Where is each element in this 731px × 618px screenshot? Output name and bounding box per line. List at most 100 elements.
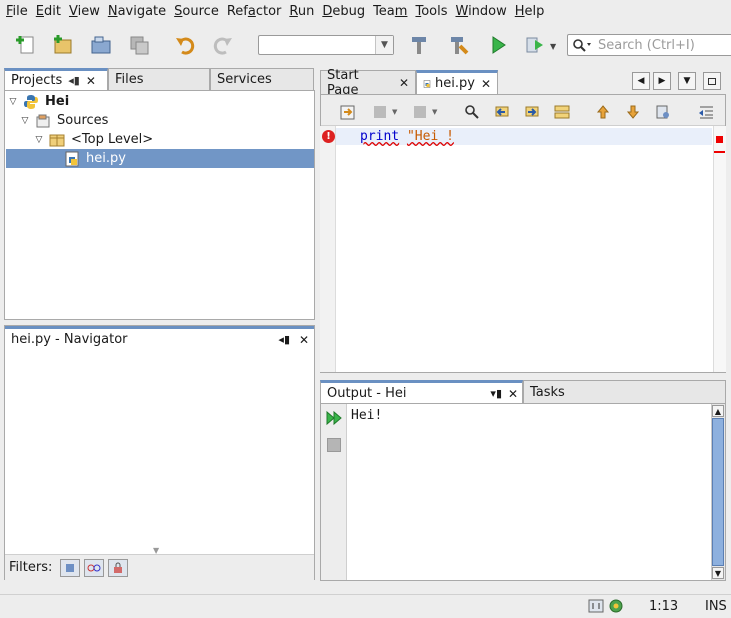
menu-label-post: ools (421, 4, 448, 19)
build-button[interactable] (404, 30, 434, 60)
tree-node-file[interactable]: hei.py (6, 149, 314, 168)
expand-icon[interactable]: ▽ (33, 135, 45, 145)
menu-item[interactable]: View (65, 0, 104, 24)
close-icon[interactable]: ✕ (481, 77, 491, 91)
notifications-icon[interactable] (588, 599, 604, 617)
debug-icon (526, 37, 543, 53)
error-stripe[interactable] (713, 126, 726, 372)
field-filter-icon (66, 563, 75, 572)
filter-fields-button[interactable] (60, 558, 81, 577)
chevron-down-icon[interactable]: ▼ (392, 108, 397, 116)
projects-panel: ▽ Hei ▽ Sources ▽ <Top Level> hei.py (4, 90, 315, 320)
tab-services[interactable]: Services (210, 68, 314, 90)
debug-dropdown-icon[interactable]: ▼ (550, 42, 556, 51)
menu-item[interactable]: Refactor (223, 0, 286, 24)
menu-item[interactable]: Debug (318, 0, 369, 24)
tab-hei-py[interactable]: hei.py ✕ (416, 70, 498, 94)
undo-button[interactable] (170, 30, 200, 60)
search-box[interactable] (567, 34, 731, 56)
tab-projects-label: Projects (11, 73, 63, 88)
toggle-highlight-button[interactable] (550, 100, 574, 124)
expand-icon[interactable]: ▽ (7, 97, 19, 107)
back-button[interactable] (368, 100, 392, 124)
menu-item[interactable]: Team (369, 0, 411, 24)
filter-inherited-button[interactable] (84, 558, 105, 577)
menu-item[interactable]: Source (170, 0, 223, 24)
show-opened-documents-button[interactable]: ▼ (678, 72, 696, 90)
configuration-combo[interactable]: ▼ (258, 35, 394, 55)
debug-button[interactable] (520, 30, 550, 60)
tree-node-sources[interactable]: ▽ Sources (19, 111, 109, 130)
stop-button[interactable] (327, 438, 341, 452)
find-button[interactable] (460, 100, 484, 124)
tree-node-top-level[interactable]: ▽ <Top Level> (33, 130, 154, 149)
run-button[interactable] (483, 30, 513, 60)
menu-item[interactable]: Tools (411, 0, 451, 24)
menu-label-post: indow (468, 4, 507, 19)
tab-files[interactable]: Files (108, 68, 210, 90)
menu-item[interactable]: Run (285, 0, 318, 24)
close-icon[interactable]: ✕ (299, 333, 309, 347)
tab-tasks[interactable]: Tasks (523, 380, 726, 404)
chevron-down-icon[interactable]: ▼ (375, 36, 393, 54)
menu-mnemonic: E (35, 4, 44, 19)
shift-left-button[interactable] (694, 100, 718, 124)
last-edit-button[interactable] (336, 100, 360, 124)
open-project-button[interactable] (86, 30, 116, 60)
scroll-up-button[interactable]: ▲ (712, 405, 724, 417)
chevron-down-icon[interactable]: ▼ (432, 108, 437, 116)
inherited-filter-icon (87, 564, 101, 571)
next-bookmark-button[interactable] (621, 100, 645, 124)
new-project-button[interactable] (48, 30, 78, 60)
tab-projects[interactable]: Projects ◂▮ ✕ (4, 68, 108, 90)
close-icon[interactable]: ✕ (399, 76, 409, 90)
menu-mnemonic: N (107, 4, 118, 19)
close-icon[interactable]: ✕ (86, 74, 96, 88)
menu-mnemonic: H (514, 4, 525, 19)
minimize-icon[interactable]: ◂▮ (68, 74, 80, 87)
rerun-button[interactable] (325, 409, 343, 431)
tree-file-label: hei.py (86, 151, 126, 166)
expand-icon[interactable]: ▽ (19, 116, 31, 126)
menu-label-post: ile (12, 4, 28, 19)
toggle-bookmark-button[interactable] (651, 100, 675, 124)
scroll-down-button[interactable]: ▼ (712, 567, 724, 579)
previous-bookmark-button[interactable] (591, 100, 615, 124)
tree-sources-label: Sources (57, 113, 109, 128)
tab-start-page[interactable]: Start Page ✕ (320, 68, 416, 98)
update-icon[interactable] (608, 598, 624, 618)
clean-build-button[interactable] (443, 30, 473, 60)
scrollbar-thumb[interactable] (712, 418, 724, 566)
tab-output[interactable]: Output - Hei ▾▮ ✕ (320, 380, 523, 404)
code-line-1[interactable]: print "Hei ! (360, 128, 454, 145)
error-stripe-marker[interactable] (716, 136, 723, 143)
search-input[interactable] (596, 37, 726, 53)
find-previous-button[interactable] (490, 100, 514, 124)
menu-item[interactable]: Navigate (104, 0, 170, 24)
error-stripe-line[interactable] (714, 151, 725, 153)
menu-item[interactable]: File (2, 0, 32, 24)
menu-item[interactable]: Edit (32, 0, 65, 24)
close-icon[interactable]: ✕ (508, 387, 518, 401)
scroll-tabs-left-button[interactable]: ◀ (632, 72, 650, 90)
chevron-right-icon: ▶ (658, 76, 666, 86)
tree-node-project[interactable]: ▽ Hei (7, 92, 70, 111)
maximize-button[interactable] (703, 72, 721, 90)
filter-private-button[interactable] (108, 558, 129, 577)
python-file-icon (423, 79, 431, 88)
error-icon[interactable]: ! (322, 130, 335, 143)
forward-button[interactable] (408, 100, 432, 124)
redo-button[interactable] (208, 30, 238, 60)
menu-item[interactable]: Help (511, 0, 549, 24)
find-next-button[interactable] (520, 100, 544, 124)
scroll-tabs-right-button[interactable]: ▶ (653, 72, 671, 90)
editor-gutter[interactable] (320, 126, 336, 372)
new-file-button[interactable] (12, 30, 42, 60)
chevron-up-icon: ▲ (714, 406, 722, 416)
menu-item[interactable]: Window (451, 0, 510, 24)
chevron-down-icon: ▼ (714, 568, 722, 578)
minimize-icon[interactable]: ▾▮ (490, 387, 502, 400)
minimize-icon[interactable]: ◂▮ (278, 333, 290, 346)
save-all-button[interactable] (124, 30, 154, 60)
menu-mnemonic: W (455, 4, 469, 19)
